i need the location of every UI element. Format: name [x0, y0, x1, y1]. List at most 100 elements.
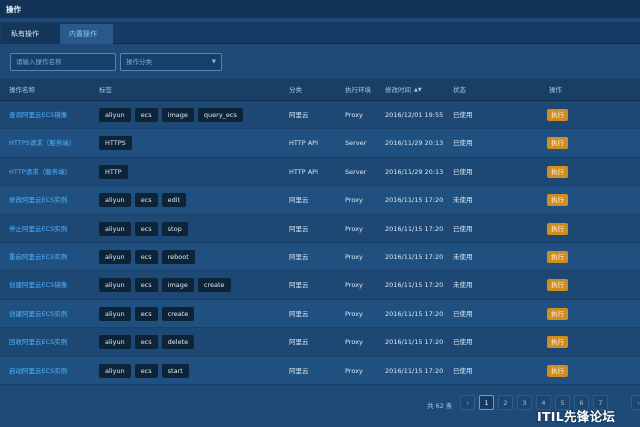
modified-time-cell: 2016/11/15 17:20: [385, 366, 444, 375]
prev-page-button[interactable]: ‹: [460, 395, 475, 410]
tag-badge: ecs: [134, 221, 158, 236]
sort-icon[interactable]: ▲▼: [414, 79, 422, 101]
tag-badge: ecs: [134, 108, 158, 122]
operation-name-link[interactable]: 修改阿里云ECS实例: [9, 186, 67, 214]
status-cell: 未使用: [453, 196, 473, 205]
modified-time-cell: 2016/11/29 20:13: [385, 139, 444, 148]
operation-name-link[interactable]: 创建阿里云ECS镜像: [9, 271, 67, 299]
column-header-action: 操作: [549, 86, 562, 94]
column-header-name[interactable]: 操作名称: [9, 79, 35, 101]
tag-list: aliyun ecs image create: [99, 278, 231, 293]
column-header-category: 分类: [289, 86, 302, 94]
status-cell: 未使用: [453, 252, 473, 261]
tag-badge: ecs: [134, 335, 158, 350]
tag-badge: aliyun: [99, 363, 131, 378]
table-row: 修改阿里云ECS实例 aliyun ecs edit 阿里云 Proxy 2016/11/1…: [0, 186, 640, 215]
tag-badge: image: [161, 108, 194, 122]
page-header: 操作: [0, 0, 640, 18]
tag-badge: image: [161, 278, 194, 293]
operation-name-link[interactable]: 回收阿里云ECS实例: [9, 328, 67, 356]
status-cell: 已使用: [453, 111, 473, 119]
category-cell: HTTP API: [289, 167, 318, 176]
category-cell: 阿里云: [289, 366, 309, 375]
next-page-button[interactable]: ›: [631, 395, 640, 410]
table-row: 回收阿里云ECS实例 aliyun ecs delete 阿里云 Proxy 2016/11…: [0, 328, 640, 357]
search-input[interactable]: 请输入操作名称: [10, 53, 116, 71]
env-cell: Server: [345, 139, 367, 148]
page-button-3[interactable]: 3: [517, 395, 532, 410]
status-cell: 已使用: [453, 338, 473, 347]
tag-badge: edit: [161, 193, 187, 208]
tag-badge: aliyun: [99, 193, 131, 208]
tag-list: aliyun ecs delete: [99, 335, 195, 350]
table-row: 创建阿里云ECS镜像 aliyun ecs image create 阿里云 Proxy 20…: [0, 271, 640, 300]
tag-badge: ecs: [134, 363, 158, 378]
tag-badge: HTTP: [99, 164, 128, 179]
execute-button[interactable]: 执行: [547, 307, 568, 320]
execute-button[interactable]: 执行: [547, 109, 568, 121]
operation-name-link[interactable]: 创建阿里云ECS实例: [9, 300, 67, 328]
env-cell: Proxy: [345, 224, 363, 233]
tag-badge: aliyun: [99, 278, 131, 293]
execute-button[interactable]: 执行: [547, 194, 568, 207]
tag-badge: create: [197, 278, 231, 293]
tab-bar: 私有操作 内置操作: [0, 22, 640, 44]
modified-time-cell: 2016/11/29 20:13: [385, 167, 444, 176]
modified-time-cell: 2016/11/15 17:20: [385, 224, 444, 233]
tag-list: HTTPS: [99, 136, 132, 151]
execute-button[interactable]: 执行: [547, 137, 568, 150]
table-row: 停止阿里云ECS实例 aliyun ecs stop 阿里云 Proxy 2016/11/1…: [0, 214, 640, 243]
modified-time-cell: 2016/11/15 17:20: [385, 338, 444, 347]
status-cell: 已使用: [453, 366, 473, 375]
status-cell: 已使用: [453, 309, 473, 318]
category-cell: HTTP API: [289, 139, 318, 148]
execute-button[interactable]: 执行: [547, 222, 568, 235]
modified-time-cell: 2016/11/15 17:20: [385, 196, 444, 205]
tag-badge: ecs: [134, 193, 158, 208]
execute-button[interactable]: 执行: [547, 250, 568, 263]
tag-badge: aliyun: [99, 249, 131, 264]
tag-badge: aliyun: [99, 108, 131, 122]
table-row: 启动阿里云ECS实例 aliyun ecs start 阿里云 Proxy 2016/11/…: [0, 356, 640, 385]
env-cell: Proxy: [345, 111, 363, 119]
operation-name-link[interactable]: 查询阿里云ECS镜像: [9, 101, 67, 129]
category-select-placeholder: 操作分类: [126, 58, 152, 66]
table-header: 操作名称 标签 分类 执行环境 修改时间 ▲▼ 状态 操作: [0, 79, 640, 101]
operation-name-link[interactable]: HTTP请求（服务端）: [9, 158, 71, 186]
page-button-1[interactable]: 1: [479, 395, 494, 410]
category-cell: 阿里云: [289, 252, 309, 261]
column-header-status: 状态: [453, 86, 466, 94]
table-body: 查询阿里云ECS镜像 aliyun ecs image query_ecs 阿里云 Prox…: [0, 101, 640, 385]
page-button-2[interactable]: 2: [498, 395, 513, 410]
tag-badge: delete: [161, 335, 195, 350]
tag-badge: stop: [161, 221, 188, 236]
env-cell: Proxy: [345, 281, 363, 290]
operation-name-link[interactable]: 启动阿里云ECS实例: [9, 357, 67, 385]
operation-name-link[interactable]: 停止阿里云ECS实例: [9, 215, 67, 243]
operations-table: 操作名称 标签 分类 执行环境 修改时间 ▲▼ 状态 操作 查询阿里云ECS镜像 a…: [0, 79, 640, 385]
column-header-modified[interactable]: 修改时间 ▲▼: [385, 79, 422, 101]
operation-name-link[interactable]: 重启阿里云ECS实例: [9, 243, 67, 271]
status-cell: 已使用: [453, 167, 473, 176]
tab-builtin-operations[interactable]: 内置操作: [60, 24, 113, 44]
execute-button[interactable]: 执行: [547, 364, 568, 377]
tag-badge: aliyun: [99, 306, 131, 321]
tag-list: aliyun ecs create: [99, 306, 195, 321]
pagination-total: 共 62 条: [427, 402, 453, 410]
table-row: 创建阿里云ECS实例 aliyun ecs create 阿里云 Proxy 2016/11…: [0, 299, 640, 329]
tag-badge: aliyun: [99, 335, 131, 350]
chevron-down-icon: ▼: [211, 59, 216, 65]
table-row: HTTP请求（服务端） HTTP HTTP API Server 2016/11/29 …: [0, 157, 640, 187]
tag-badge: query_ecs: [197, 108, 243, 122]
execute-button[interactable]: 执行: [547, 165, 568, 178]
execute-button[interactable]: 执行: [547, 336, 568, 349]
tab-private-operations[interactable]: 私有操作: [2, 24, 60, 44]
env-cell: Proxy: [345, 196, 363, 205]
category-select[interactable]: 操作分类 ▼: [120, 53, 222, 71]
execute-button[interactable]: 执行: [547, 279, 568, 292]
tag-badge: ecs: [134, 278, 158, 293]
operation-name-link[interactable]: HTTPS请求（服务端）: [9, 129, 75, 157]
watermark-logo: ITIL先锋论坛: [537, 409, 616, 424]
table-row: 查询阿里云ECS镜像 aliyun ecs image query_ecs 阿里云 Prox…: [0, 101, 640, 130]
category-cell: 阿里云: [289, 338, 309, 347]
